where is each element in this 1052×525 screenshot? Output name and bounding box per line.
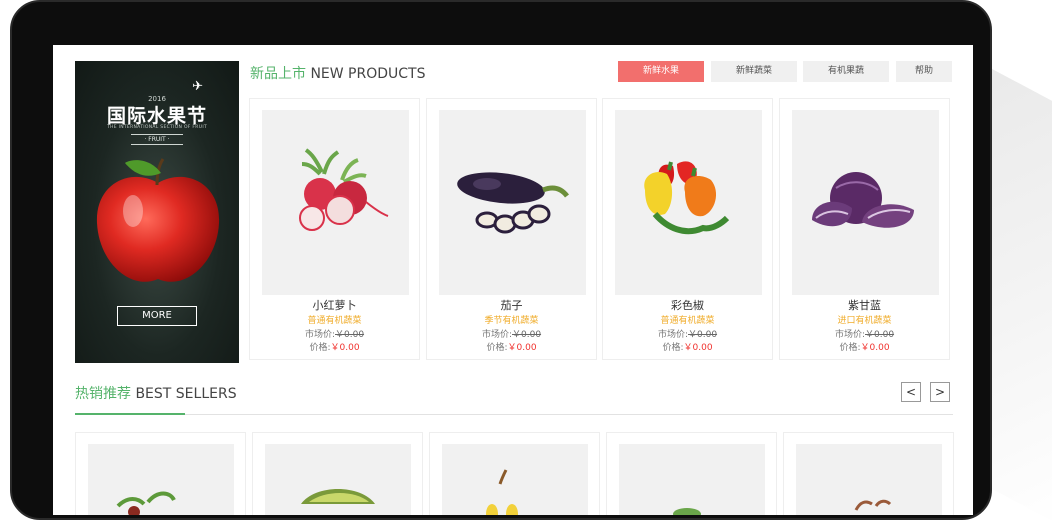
- bestseller-card[interactable]: [75, 432, 246, 515]
- section-divider-accent: [75, 413, 185, 415]
- market-price: 市场价:￥0.00: [834, 330, 895, 340]
- market-price: 市场价:￥0.00: [304, 330, 365, 340]
- bestseller-image: [88, 444, 234, 515]
- price: 价格:￥0.00: [486, 343, 537, 353]
- market-price: 市场价:￥0.00: [657, 330, 718, 340]
- bestseller-card[interactable]: [429, 432, 600, 515]
- bestseller-image: [796, 444, 942, 515]
- bestseller-card[interactable]: [252, 432, 423, 515]
- promo-fruit-label: · FRUIT ·: [131, 134, 183, 145]
- product-card[interactable]: 紫甘蓝 进口有机蔬菜 市场价:￥0.00 价格:￥0.00: [779, 98, 950, 360]
- product-card[interactable]: 小红萝卜 普通有机蔬菜 市场价:￥0.00 价格:￥0.00: [249, 98, 420, 360]
- product-name[interactable]: 紫甘蓝: [780, 297, 949, 313]
- bestseller-card[interactable]: [783, 432, 954, 515]
- product-desc: 普通有机蔬菜: [660, 316, 715, 326]
- product-image-eggplant: [439, 110, 586, 295]
- prev-arrow-button[interactable]: <: [901, 382, 921, 402]
- best-sellers-title-en: BEST SELLERS: [131, 386, 237, 402]
- promo-subtitle: THE INTERNATIONAL SECTION OF FRUIT: [106, 125, 207, 130]
- tab-fresh-vegetables[interactable]: 新鲜蔬菜: [711, 61, 797, 82]
- product-image-red-cabbage: [792, 110, 939, 295]
- screen: ✈ 2016 国际水果节 THE INTERNATIONAL SECTION O…: [53, 45, 973, 515]
- tab-organic-produce[interactable]: 有机果蔬: [803, 61, 889, 82]
- price: 价格:￥0.00: [839, 343, 890, 353]
- product-name[interactable]: 小红萝卜: [250, 297, 419, 313]
- product-desc: 普通有机蔬菜: [307, 316, 362, 326]
- product-card[interactable]: 茄子 季节有机蔬菜 市场价:￥0.00 价格:￥0.00: [426, 98, 597, 360]
- bestseller-image: [265, 444, 411, 515]
- price: 价格:￥0.00: [662, 343, 713, 353]
- next-arrow-button[interactable]: >: [930, 382, 950, 402]
- best-sellers-title-cn: 热销推荐: [75, 386, 131, 402]
- product-image-radish: [262, 110, 409, 295]
- more-button[interactable]: MORE: [117, 306, 197, 326]
- price: 价格:￥0.00: [309, 343, 360, 353]
- market-price: 市场价:￥0.00: [481, 330, 542, 340]
- new-products-title-en: NEW PRODUCTS: [306, 66, 426, 82]
- tab-fresh-fruit[interactable]: 新鲜水果: [618, 61, 704, 82]
- device-frame: ✈ 2016 国际水果节 THE INTERNATIONAL SECTION O…: [10, 0, 992, 520]
- section-divider: [75, 414, 953, 415]
- product-name[interactable]: 茄子: [427, 297, 596, 313]
- product-desc: 季节有机蔬菜: [484, 316, 539, 326]
- tab-help[interactable]: 帮助: [896, 61, 952, 82]
- new-products-heading: 新品上市 NEW PRODUCTS: [250, 63, 426, 83]
- best-sellers-heading: 热销推荐 BEST SELLERS: [75, 383, 237, 403]
- product-desc: 进口有机蔬菜: [837, 316, 892, 326]
- product-image-bell-peppers: [615, 110, 762, 295]
- new-products-title-cn: 新品上市: [250, 66, 306, 82]
- bestseller-image: [619, 444, 765, 515]
- product-name[interactable]: 彩色椒: [603, 297, 772, 313]
- bestseller-image: [442, 444, 588, 515]
- bestseller-card[interactable]: [606, 432, 777, 515]
- promo-banner[interactable]: ✈ 2016 国际水果节 THE INTERNATIONAL SECTION O…: [75, 61, 239, 363]
- product-card[interactable]: 彩色椒 普通有机蔬菜 市场价:￥0.00 价格:￥0.00: [602, 98, 773, 360]
- apple-image: [96, 158, 220, 282]
- promo-title: 国际水果节: [106, 105, 207, 127]
- airplane-icon: ✈: [192, 79, 203, 94]
